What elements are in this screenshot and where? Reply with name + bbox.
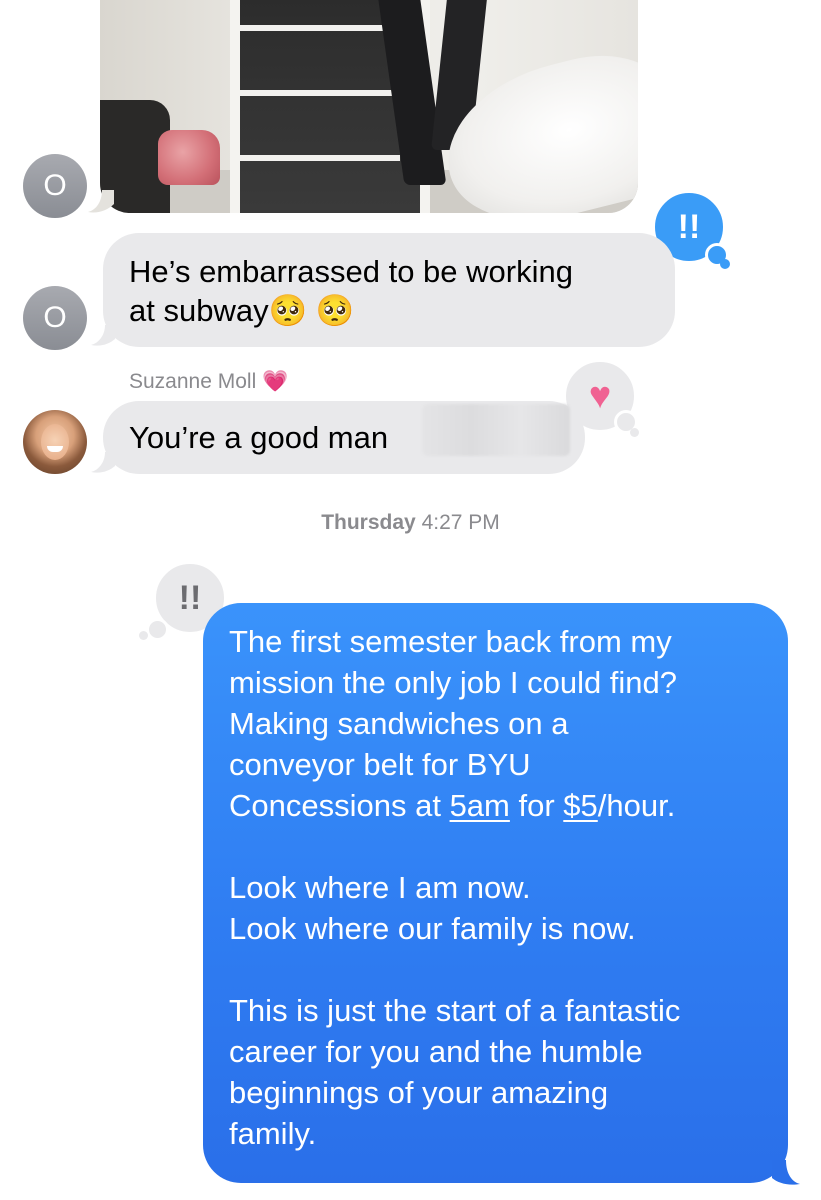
redacted-name bbox=[422, 404, 570, 456]
currency-link[interactable]: $5 bbox=[563, 788, 597, 823]
avatar-initial: O bbox=[43, 301, 67, 334]
message-line: mission the only job I could find? bbox=[229, 665, 678, 700]
tapback-tail-dot bbox=[146, 618, 169, 641]
message-line: career for you and the humble bbox=[229, 1034, 643, 1069]
outgoing-bubble-tail bbox=[772, 1160, 800, 1185]
timestamp: Thursday 4:27 PM bbox=[0, 511, 821, 535]
emphasize-icon: !! bbox=[677, 207, 701, 246]
tapback-tail-dot bbox=[630, 428, 639, 437]
message-line: Making sandwiches on a bbox=[229, 706, 569, 741]
pleading-face-emoji: 🥺 🥺 bbox=[268, 293, 355, 328]
photo-bubble-tail bbox=[88, 190, 114, 213]
messages-screen: O !! He’s embarrassed to be working at s… bbox=[0, 0, 821, 1200]
message-text: He’s embarrassed to be working bbox=[129, 254, 573, 289]
bubble-tail bbox=[91, 452, 115, 473]
avatar[interactable] bbox=[23, 410, 87, 474]
avatar[interactable]: O bbox=[23, 154, 87, 218]
heart-icon: ♥ bbox=[588, 374, 612, 417]
message-line: Concessions at 5am for $5/hour. bbox=[229, 788, 676, 823]
sender-name: Suzanne Moll 💗 bbox=[129, 370, 289, 393]
message-line: Look where our family is now. bbox=[229, 911, 636, 946]
photo-attachment[interactable] bbox=[100, 0, 638, 213]
message-line: beginnings of your amazing bbox=[229, 1075, 609, 1110]
timestamp-time: 4:27 PM bbox=[421, 511, 500, 534]
tapback-tail-dot bbox=[720, 259, 730, 269]
message-line: conveyor belt for BYU bbox=[229, 747, 531, 782]
message-text: at subway bbox=[129, 293, 269, 328]
message-line: family. bbox=[229, 1116, 317, 1151]
message-line: Look where I am now. bbox=[229, 870, 531, 905]
message-line: The first semester back from my bbox=[229, 624, 672, 659]
outgoing-message[interactable]: The first semester back from my mission … bbox=[203, 603, 788, 1183]
message-line: This is just the start of a fantastic bbox=[229, 993, 681, 1028]
emphasize-icon: !! bbox=[178, 578, 202, 617]
avatar[interactable]: O bbox=[23, 286, 87, 350]
heart-badge-emoji: 💗 bbox=[262, 370, 289, 393]
avatar-initial: O bbox=[43, 169, 67, 202]
time-link[interactable]: 5am bbox=[450, 788, 510, 823]
incoming-message[interactable]: He’s embarrassed to be working at subway… bbox=[103, 233, 675, 347]
bubble-tail bbox=[91, 325, 115, 346]
tapback-tail-dot bbox=[139, 631, 148, 640]
timestamp-day: Thursday bbox=[321, 511, 416, 534]
message-text: You’re a good man bbox=[129, 420, 389, 455]
